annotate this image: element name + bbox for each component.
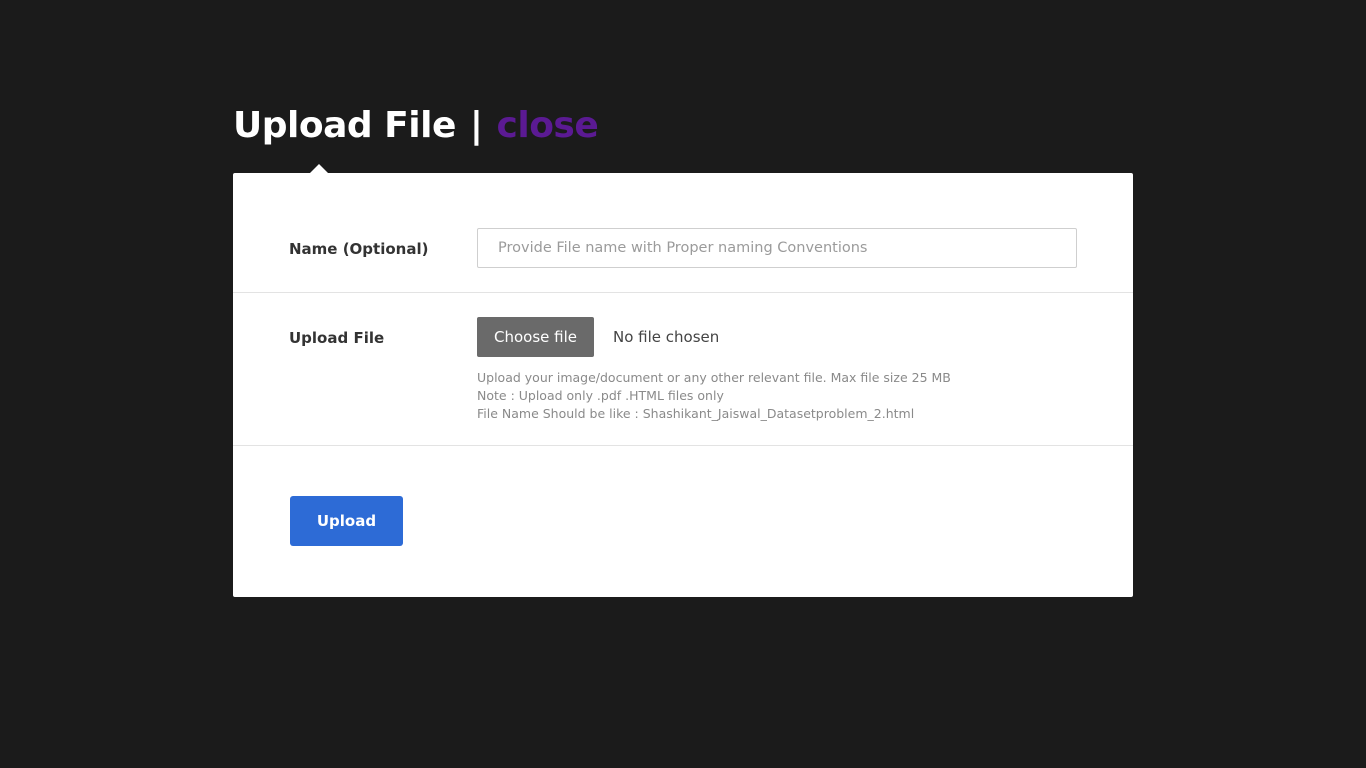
help-line-naming: File Name Should be like : Shashikant_Ja… bbox=[477, 406, 915, 421]
choose-file-button[interactable]: Choose file bbox=[477, 317, 594, 357]
form-actions-row: Upload bbox=[233, 446, 1133, 597]
card-pointer-caret bbox=[310, 164, 328, 173]
upload-help-text: Upload your image/document or any other … bbox=[477, 369, 951, 423]
upload-button[interactable]: Upload bbox=[290, 496, 403, 546]
file-name-input[interactable] bbox=[477, 228, 1077, 268]
help-line-type: Note : Upload only .pdf .HTML files only bbox=[477, 388, 724, 403]
file-field-row: Upload File Choose file No file chosen U… bbox=[233, 293, 1133, 446]
upload-form-card: Name (Optional) Upload File Choose file … bbox=[233, 173, 1133, 597]
name-field-label: Name (Optional) bbox=[289, 240, 429, 258]
file-status-text: No file chosen bbox=[613, 328, 720, 346]
upload-file-label: Upload File bbox=[289, 329, 385, 347]
name-field-row: Name (Optional) bbox=[233, 173, 1133, 293]
help-line-size: Upload your image/document or any other … bbox=[477, 370, 951, 385]
modal-title: Upload File bbox=[233, 104, 456, 146]
modal-header: Upload File | close bbox=[233, 100, 599, 150]
title-separator: | bbox=[469, 104, 483, 146]
close-link[interactable]: close bbox=[497, 105, 599, 146]
